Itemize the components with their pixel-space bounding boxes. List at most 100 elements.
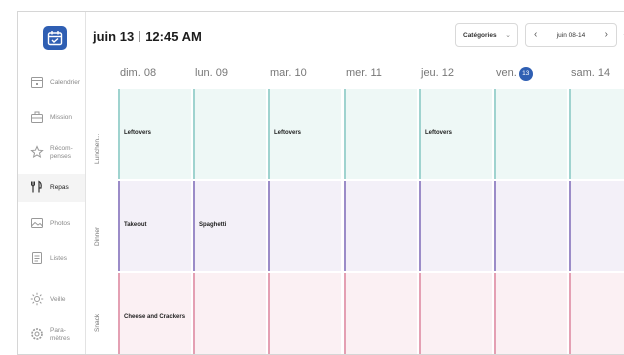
meal-cell[interactable]: Leftovers	[419, 89, 492, 179]
day-label: lun. 09	[195, 67, 229, 79]
meal-cell[interactable]: Spaghetti	[193, 181, 266, 271]
meal-cell[interactable]: Cheese and Crackers	[118, 273, 191, 354]
meal-item[interactable]: Leftovers	[274, 130, 301, 136]
sidebar-item-label: Récom- penses	[50, 145, 73, 160]
meal-cell[interactable]	[569, 273, 624, 354]
photos-icon	[31, 218, 43, 228]
meal-cell[interactable]	[419, 273, 492, 354]
day-header[interactable]: mer. 11	[346, 67, 382, 79]
meal-cell[interactable]	[494, 181, 567, 271]
star-icon	[30, 145, 44, 159]
meal-item[interactable]: Cheese and Crackers	[124, 314, 185, 320]
sidebar-item-veille[interactable]: Veille	[18, 286, 85, 314]
calendar-icon	[31, 77, 43, 88]
meal-cell-bar	[419, 181, 421, 271]
day-header[interactable]: dim. 08	[120, 67, 156, 79]
chevron-left-icon[interactable]: ‹	[534, 29, 537, 40]
meal-cell-bar	[268, 181, 270, 271]
day-header[interactable]: sam. 14	[571, 67, 610, 79]
meal-row-label: Snack	[86, 273, 116, 354]
meal-cell[interactable]	[193, 89, 266, 179]
meal-cell[interactable]: Leftovers	[268, 89, 341, 179]
meal-row-label-text: Dinner	[94, 226, 101, 246]
day-label: mar. 10	[270, 67, 307, 79]
sidebar-item-parametres[interactable]: Para- mètres	[18, 321, 85, 349]
meal-cell-bar	[118, 273, 120, 354]
sidebar-item-photos[interactable]: Photos	[18, 210, 85, 238]
chevron-right-icon[interactable]: ›	[605, 29, 608, 40]
sidebar-item-label: Listes	[50, 255, 67, 262]
current-date: juin 13	[93, 29, 135, 44]
categories-dropdown[interactable]: Catégories ⌄	[455, 23, 518, 47]
meal-row-label: Lunchen...	[86, 89, 116, 179]
gear-icon	[31, 328, 43, 340]
week-range: juin 08-14	[556, 31, 586, 39]
meal-cell[interactable]: Leftovers	[118, 89, 191, 179]
sun-icon	[30, 292, 44, 306]
sidebar-item-label: Repas	[50, 184, 69, 191]
sidebar-item-listes[interactable]: Listes	[18, 245, 85, 273]
sidebar-item-label: Mission	[50, 114, 73, 121]
meal-item[interactable]: Spaghetti	[199, 222, 226, 228]
calendar-check-icon	[47, 31, 63, 46]
meal-cell-bar	[419, 89, 421, 179]
meal-cell[interactable]	[569, 181, 624, 271]
sidebar-item-recompenses[interactable]: Récom- penses	[18, 139, 85, 167]
top-header: juin 13 12:45 AM Catégories ⌄ ‹ juin 08-1…	[86, 12, 624, 60]
meal-cell[interactable]	[268, 273, 341, 354]
meal-row-label-text: Lunchen...	[94, 133, 101, 164]
meal-item[interactable]: Leftovers	[425, 130, 452, 136]
day-header[interactable]: jeu. 12	[421, 67, 454, 79]
day-label: sam. 14	[571, 67, 611, 79]
day-header[interactable]: ven. 13	[496, 67, 533, 81]
meal-cell-bar	[494, 273, 496, 354]
sidebar-item-label: Calendrier	[50, 79, 80, 86]
meal-cell[interactable]	[344, 89, 417, 179]
meal-cell-bar	[494, 181, 496, 271]
meal-cell[interactable]	[419, 181, 492, 271]
meal-cell[interactable]	[344, 181, 417, 271]
meal-cell-bar	[193, 181, 195, 271]
meal-cell-bar	[118, 181, 120, 271]
sidebar-item-repas[interactable]: Repas	[18, 174, 85, 202]
current-time: 12:45 AM	[145, 29, 202, 44]
meal-item[interactable]: Leftovers	[124, 130, 151, 136]
meal-cell[interactable]	[494, 273, 567, 354]
meal-cell[interactable]	[494, 89, 567, 179]
meal-row-label: Dinner	[86, 181, 116, 271]
meal-cell[interactable]	[569, 89, 624, 179]
day-header[interactable]: mar. 10	[270, 67, 307, 79]
meal-cell-bar	[268, 273, 270, 354]
sidebar-item-label: Photos	[50, 220, 71, 227]
day-label: ven.	[496, 67, 517, 79]
meal-cell[interactable]	[268, 181, 341, 271]
sidebar-item-label: Veille	[50, 296, 66, 303]
meal-cell-bar	[569, 273, 571, 354]
current-date-time: juin 13 12:45 AM	[93, 29, 202, 44]
meal-cell-bar	[569, 181, 571, 271]
meal-cell-bar	[193, 273, 195, 354]
meal-cell[interactable]	[193, 273, 266, 354]
divider	[139, 31, 141, 42]
briefcase-icon	[31, 111, 43, 123]
meal-cell-bar	[419, 273, 421, 354]
meal-cell-bar	[569, 89, 571, 179]
meal-cell[interactable]: Takeout	[118, 181, 191, 271]
app-window: Calendrier Mission Récom- penses Repas P…	[17, 11, 624, 355]
sidebar-item-calendrier[interactable]: Calendrier	[18, 69, 85, 97]
sidebar-item-mission[interactable]: Mission	[18, 104, 85, 132]
app-logo[interactable]	[43, 26, 67, 50]
meal-cell[interactable]	[344, 273, 417, 354]
chevron-down-icon: ⌄	[505, 32, 511, 39]
day-label: mer. 11	[346, 67, 382, 79]
today-badge: 13	[518, 67, 533, 81]
meal-row-label-text: Snack	[94, 313, 101, 332]
meal-cell-bar	[268, 89, 270, 179]
day-header[interactable]: lun. 09	[195, 67, 228, 79]
meal-cell-bar	[193, 89, 195, 179]
day-label: dim. 08	[120, 67, 157, 79]
meal-item[interactable]: Takeout	[124, 222, 147, 228]
categories-label: Catégories	[463, 31, 497, 39]
meal-cell-bar	[494, 89, 496, 179]
meal-cell-bar	[344, 89, 346, 179]
